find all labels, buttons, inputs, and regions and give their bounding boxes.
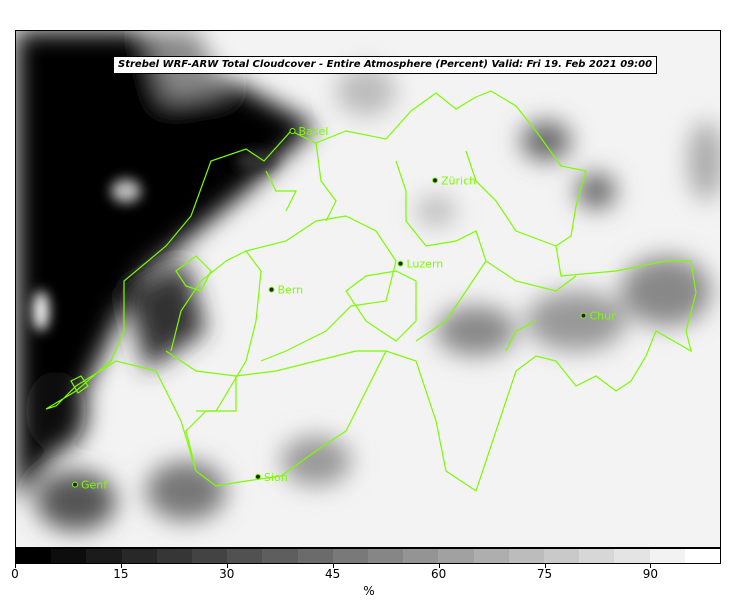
- city-label: Genf: [81, 479, 108, 492]
- colorbar-segment: [684, 549, 721, 563]
- colorbar: [15, 548, 721, 564]
- colorbar-unit-label: %: [363, 584, 375, 598]
- colorbar-tick-label: 0: [11, 567, 19, 581]
- colorbar-segment: [156, 549, 193, 563]
- colorbar-segment: [16, 549, 52, 563]
- colorbar-tick-label: 15: [113, 567, 129, 581]
- city-label: Basel: [299, 125, 329, 138]
- city-label: Luzern: [407, 258, 444, 271]
- colorbar-segment: [403, 549, 439, 563]
- colorbar-segment: [86, 549, 122, 563]
- city-marker: [580, 312, 587, 319]
- cloudcover-map: Basel Zürich Luzern Bern Chur Genf Sion: [16, 31, 720, 547]
- colorbar-segment: [332, 549, 369, 563]
- colorbar-tick-label: 60: [430, 567, 447, 581]
- colorbar-segment: [614, 549, 650, 563]
- city-label: Bern: [278, 284, 304, 297]
- colorbar-segment: [262, 549, 298, 563]
- colorbar-segment: [473, 549, 509, 563]
- city-marker: [432, 177, 438, 184]
- colorbar-segment: [297, 549, 333, 563]
- map-title: Strebel WRF-ARW Total Cloudcover - Entir…: [113, 56, 658, 74]
- colorbar-segment: [192, 549, 228, 563]
- city-label: Chur: [590, 310, 617, 323]
- colorbar-segment: [508, 549, 545, 563]
- city-marker: [268, 286, 275, 293]
- colorbar-segment: [51, 549, 87, 563]
- colorbar-segment: [227, 549, 263, 563]
- city-marker: [255, 473, 261, 480]
- colorbar-segment: [544, 549, 580, 563]
- city-marker: [397, 260, 404, 267]
- colorbar-segment: [121, 549, 157, 563]
- colorbar-segment: [649, 549, 685, 563]
- colorbar-tick-label: 45: [325, 567, 341, 581]
- colorbar-segment: [438, 549, 474, 563]
- map-frame: Basel Zürich Luzern Bern Chur Genf Sion: [15, 30, 721, 548]
- colorbar-segment: [579, 549, 615, 563]
- colorbar-tick-label: 75: [536, 567, 553, 581]
- colorbar-tick-label: 30: [219, 567, 235, 581]
- city-marker: [289, 128, 296, 134]
- city-marker: [72, 481, 78, 488]
- city-label: Zürich: [441, 174, 476, 187]
- colorbar-tick-label: 90: [642, 567, 659, 581]
- city-label: Sion: [264, 471, 288, 484]
- colorbar-segment: [368, 549, 404, 563]
- cloud-field: [16, 31, 720, 547]
